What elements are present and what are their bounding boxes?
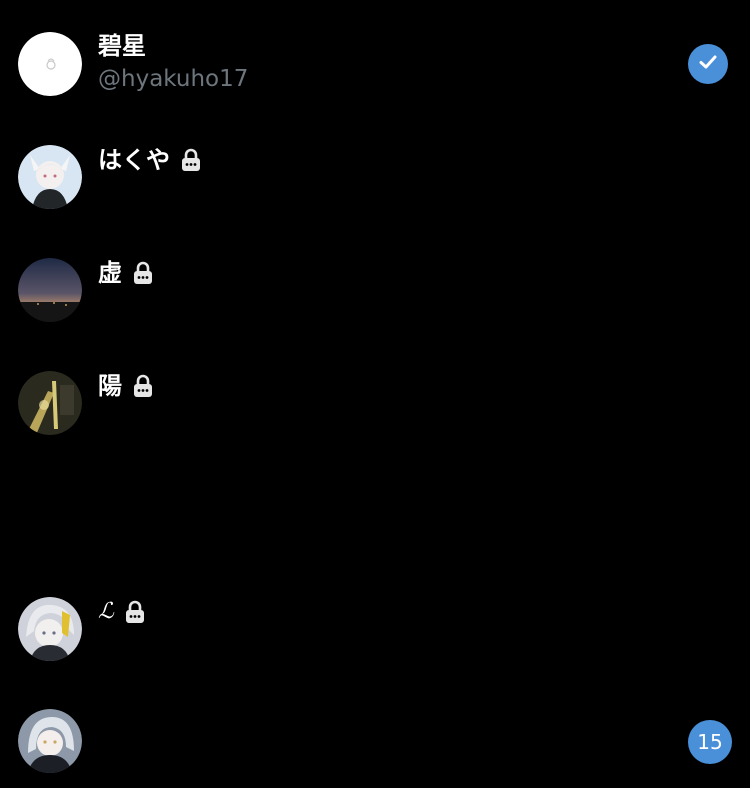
- avatar: [18, 258, 82, 322]
- account-name: 虚: [98, 259, 122, 287]
- account-handle: @hyakuho17: [98, 66, 249, 92]
- unread-count-badge: 15: [688, 720, 732, 764]
- lock-icon: [180, 148, 202, 172]
- account-row-kyo[interactable]: 虚: [0, 245, 750, 335]
- account-name-row: ℒ: [98, 597, 146, 627]
- account-row-hekisei[interactable]: 碧星 @hyakuho17: [0, 18, 750, 108]
- account-name-row: はくや: [98, 145, 202, 175]
- account-row-unnamed[interactable]: 15: [0, 696, 750, 786]
- account-name-row: 碧星: [98, 31, 146, 61]
- lock-icon: [124, 600, 146, 624]
- lock-icon: [132, 261, 154, 285]
- account-name-row: 虚: [98, 258, 154, 288]
- avatar: [18, 32, 82, 96]
- account-name: 陽: [98, 372, 122, 400]
- account-row-hakuya[interactable]: はくや: [0, 132, 750, 222]
- account-name: はくや: [98, 146, 170, 174]
- account-row-yo[interactable]: 陽: [0, 358, 750, 448]
- avatar: [18, 371, 82, 435]
- account-name: ℒ: [98, 599, 114, 624]
- avatar: [18, 597, 82, 661]
- account-name-row: 陽: [98, 371, 154, 401]
- account-name: 碧星: [98, 32, 146, 60]
- avatar: [18, 709, 82, 773]
- avatar: [18, 145, 82, 209]
- selected-check-badge: [688, 44, 728, 84]
- account-switcher-list: 碧星 @hyakuho17 はくや 虚 陽 ℒ 15: [0, 0, 750, 788]
- lock-icon: [132, 374, 154, 398]
- account-row-script-l[interactable]: ℒ: [0, 584, 750, 674]
- checkmark-icon: [698, 52, 718, 76]
